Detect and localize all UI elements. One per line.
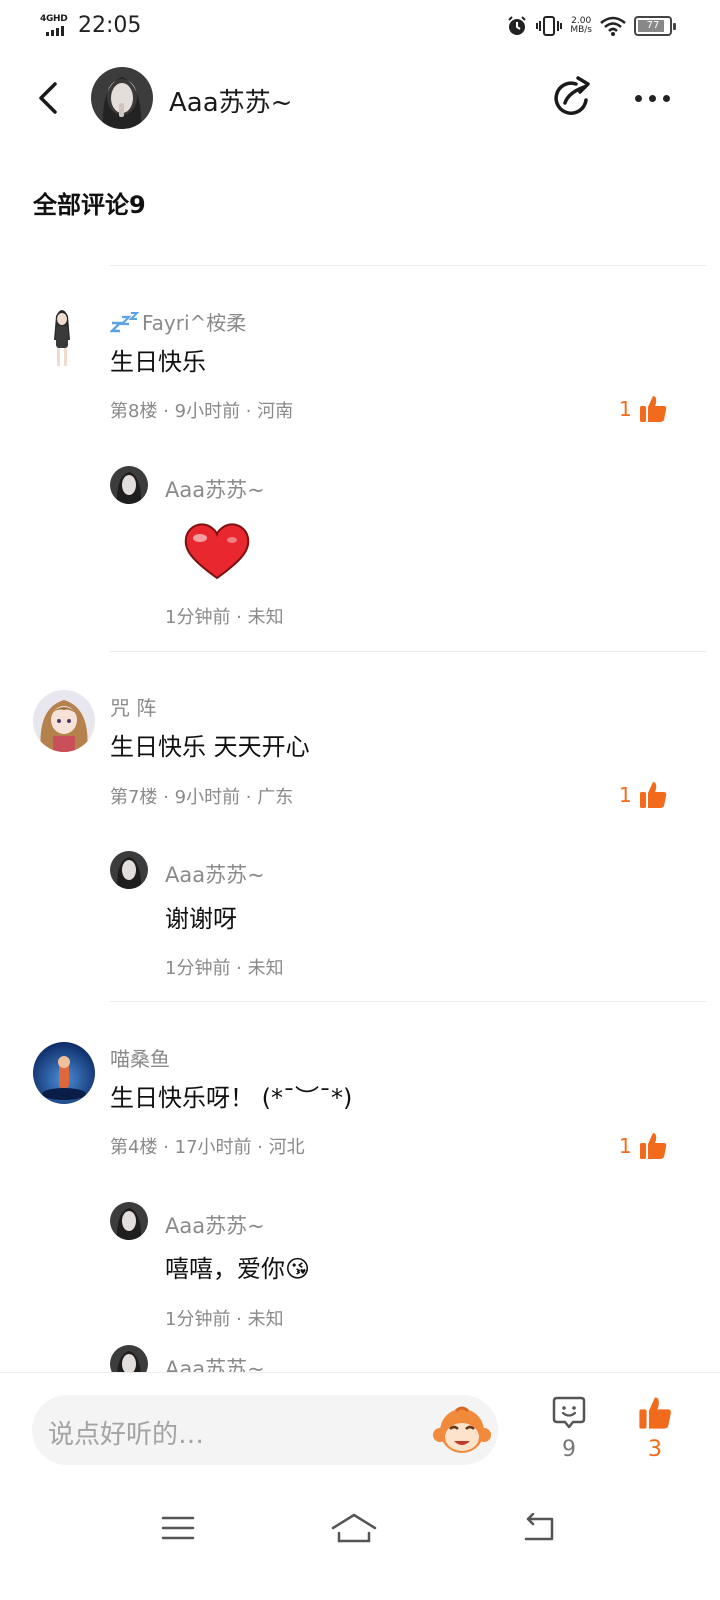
like-count: 3 (648, 1437, 662, 1462)
thumbs-up-icon (639, 1133, 666, 1159)
sticker-button[interactable] (432, 1401, 492, 1461)
signal-icon (46, 26, 64, 36)
back-button[interactable] (28, 76, 68, 120)
divider (110, 651, 706, 652)
like-count: 1 (619, 783, 632, 807)
vibrate-icon (536, 16, 563, 36)
like-count: 1 (619, 1134, 632, 1158)
reply-meta: 1分钟前 · 未知 (165, 958, 284, 979)
author-name[interactable]: Aaa苏苏~ (169, 82, 292, 119)
back-nav-button[interactable] (508, 1506, 568, 1550)
comment-meta: 第4楼 · 17小时前 · 河北 (110, 1137, 305, 1158)
like-button[interactable]: 1 (619, 1131, 668, 1161)
reply-text: 嘻嘻，爱你😘 (165, 1249, 310, 1284)
dot-icon (634, 94, 642, 102)
network-type: 4GHD (40, 14, 68, 24)
battery-level: 77 (646, 20, 660, 31)
commenter-avatar[interactable] (33, 1042, 95, 1104)
input-placeholder: 说点好听的… (48, 1420, 205, 1450)
share-icon (554, 76, 590, 115)
comments-title: 全部评论9 (33, 191, 146, 219)
comment-meta: 第8楼 · 9小时前 · 河南 (110, 401, 294, 422)
commenter-name[interactable]: Fayri^桉柔 (110, 307, 246, 336)
system-nav-bar (0, 1492, 720, 1600)
author-avatar[interactable] (91, 67, 153, 129)
dot-icon (662, 94, 670, 102)
commenter-name[interactable]: 喵桑鱼 (110, 1043, 170, 1072)
menu-button[interactable] (148, 1506, 208, 1550)
comment-text: 生日快乐 天天开心 (110, 733, 310, 761)
home-button[interactable] (324, 1506, 384, 1550)
commenter-name[interactable]: 咒 阵 (110, 692, 156, 721)
reply-author-name[interactable]: Aaa苏苏~ (165, 859, 265, 889)
red-heart-icon (184, 523, 250, 580)
reply-text-content: 嘻嘻，爱你 (165, 1255, 285, 1283)
home-icon (331, 1513, 377, 1543)
clock: 22:05 (78, 12, 142, 38)
status-right: 2.00 MB/s 77 (506, 15, 676, 37)
reply-avatar[interactable] (110, 851, 148, 889)
reply-meta: 1分钟前 · 未知 (165, 1309, 284, 1330)
commenter-name-text: Fayri^桉柔 (142, 311, 247, 335)
return-icon (524, 1513, 554, 1541)
more-options-button[interactable] (624, 76, 680, 120)
thumbs-up-icon (639, 782, 666, 808)
battery-icon: 77 (634, 16, 676, 36)
thumbs-up-icon (639, 1397, 671, 1429)
reply-author-name[interactable]: Aaa苏苏~ (165, 474, 265, 504)
header: Aaa苏苏~ (0, 62, 720, 134)
comment-text: 生日快乐 (110, 348, 206, 376)
like-post-button[interactable]: 3 (625, 1395, 685, 1462)
commenter-avatar[interactable] (42, 306, 82, 370)
status-left: 4GHD 22:05 (40, 12, 141, 38)
zzz-icon (110, 311, 140, 332)
comment-bubble-icon (552, 1396, 586, 1429)
comment-meta: 第7楼 · 9小时前 · 广东 (110, 787, 294, 808)
reply-avatar[interactable] (110, 1202, 148, 1240)
comment-count: 9 (562, 1437, 576, 1462)
like-button[interactable]: 1 (619, 394, 668, 424)
divider (110, 265, 706, 266)
comment-bar: 说点好听的… 9 3 (0, 1372, 720, 1492)
wifi-icon (600, 16, 626, 36)
menu-icon (161, 1516, 195, 1540)
like-count: 1 (619, 397, 632, 421)
share-button[interactable] (548, 74, 596, 122)
reply-heart-sticker (182, 520, 252, 582)
reply-author-name[interactable]: Aaa苏苏~ (165, 1210, 265, 1240)
like-button[interactable]: 1 (619, 780, 668, 810)
monkey-face-icon (433, 1406, 491, 1453)
status-bar: 4GHD 22:05 2.00 MB/s 77 (0, 0, 720, 56)
speed-unit: MB/s (570, 25, 592, 35)
reply-avatar[interactable] (110, 466, 148, 504)
reply-meta: 1分钟前 · 未知 (165, 607, 284, 628)
dot-icon (648, 94, 656, 102)
comments-button[interactable]: 9 (539, 1395, 599, 1462)
network-speed: 2.00 MB/s (570, 17, 592, 35)
kiss-emoji-icon: 😘 (285, 1255, 311, 1283)
commenter-avatar[interactable] (33, 690, 95, 752)
reply-text: 谢谢呀 (165, 905, 237, 933)
comment-text: 生日快乐呀！ (*ˉ︶ˉ*) (110, 1084, 353, 1112)
comment-input[interactable]: 说点好听的… (32, 1395, 498, 1465)
divider (110, 1001, 706, 1002)
alarm-icon (508, 16, 527, 35)
chevron-left-icon (39, 82, 57, 114)
network-indicator: 4GHD (40, 12, 72, 38)
thumbs-up-icon (639, 396, 666, 422)
